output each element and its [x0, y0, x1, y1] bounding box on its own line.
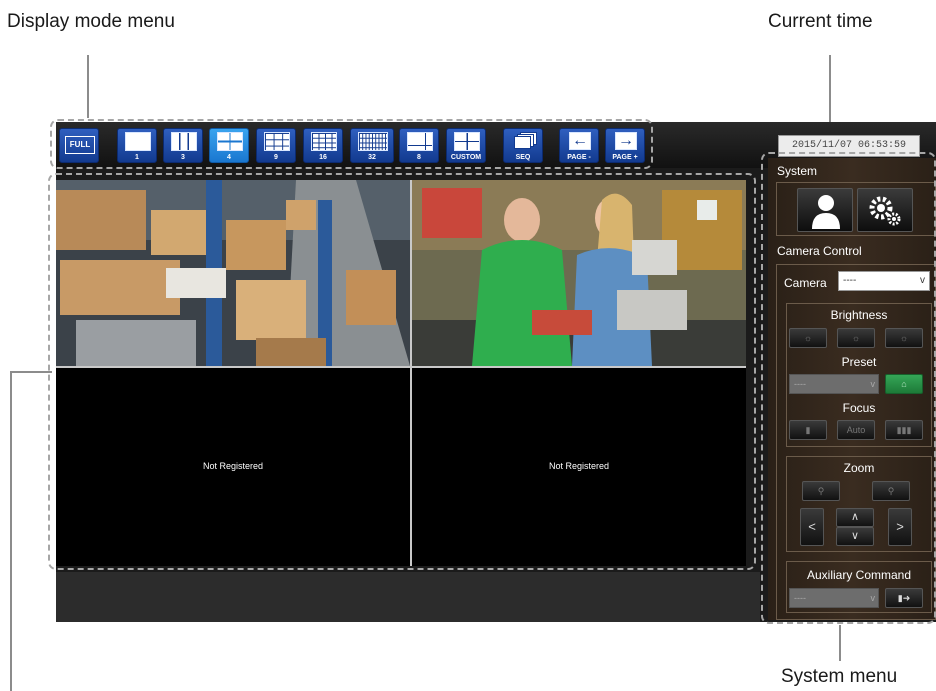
status-bar: [56, 572, 760, 622]
callout-line: [87, 55, 89, 118]
current-time-callout: Current time: [768, 11, 873, 32]
display-mode-menu-outline: [50, 119, 653, 169]
callout-line: [839, 625, 841, 661]
system-menu-outline: [761, 152, 936, 624]
video-area-outline: [48, 173, 756, 570]
callout-line: [10, 371, 52, 373]
system-menu-callout: System menu: [781, 666, 898, 687]
display-mode-menu-callout: Display mode menu: [7, 11, 175, 32]
callout-line: [10, 371, 12, 691]
